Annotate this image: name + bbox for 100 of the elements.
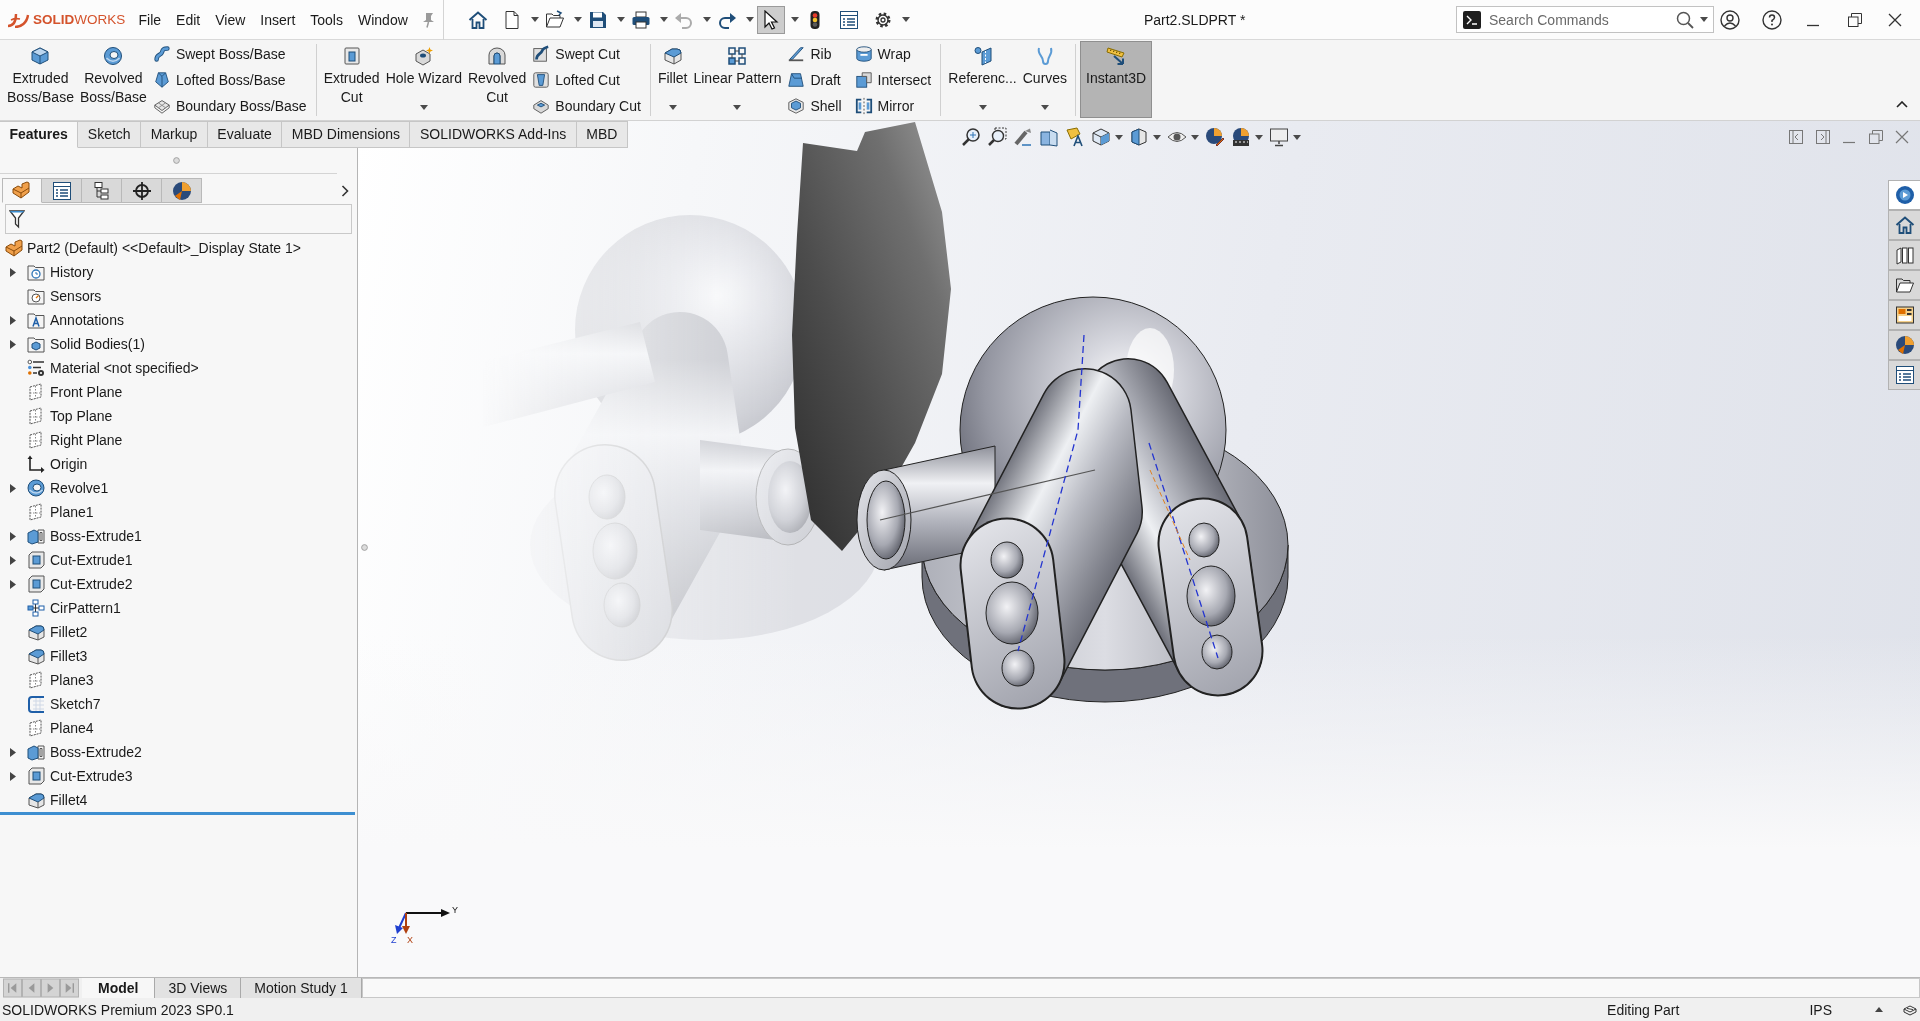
- sphere-pencil-icon[interactable]: [1205, 127, 1225, 147]
- scene-icon[interactable]: [1231, 127, 1251, 147]
- expand-arrow-icon[interactable]: [10, 531, 16, 541]
- expand-arrow-icon[interactable]: [10, 315, 16, 325]
- tree-item[interactable]: Plane3: [27, 671, 94, 689]
- tree-item[interactable]: Annotations: [27, 311, 124, 329]
- tree-item[interactable]: Solid Bodies(1): [27, 335, 145, 353]
- caret-icon[interactable]: [902, 17, 911, 22]
- ribbon-button[interactable]: Referenc...: [945, 41, 1020, 118]
- expand-arrow-icon[interactable]: [10, 771, 16, 781]
- caret-icon[interactable]: [978, 105, 987, 110]
- bottom-tab[interactable]: Motion Study 1: [241, 978, 362, 998]
- magnifier-box-icon[interactable]: [987, 127, 1007, 147]
- tree-item[interactable]: Material <not specified>: [27, 359, 199, 377]
- caret-icon[interactable]: [733, 105, 742, 110]
- expand-arrow-icon[interactable]: [10, 339, 16, 349]
- command-tab[interactable]: MBD: [576, 121, 628, 148]
- menu-item[interactable]: Insert: [252, 11, 303, 28]
- caret-icon[interactable]: [1040, 105, 1049, 110]
- caret-icon[interactable]: [746, 17, 755, 22]
- tree-item[interactable]: Fillet2: [27, 623, 88, 641]
- ribbon-button[interactable]: Swept Boss/Base: [152, 41, 311, 67]
- ribbon-button[interactable]: Wrap: [854, 41, 936, 67]
- manager-tab[interactable]: [122, 178, 162, 203]
- expand-arrow-icon[interactable]: [10, 483, 16, 493]
- display-style-icon[interactable]: [1129, 127, 1149, 147]
- tree-item[interactable]: Plane4: [27, 719, 94, 737]
- caret-icon[interactable]: [419, 105, 428, 110]
- tree-item[interactable]: Right Plane: [27, 431, 123, 449]
- search-field[interactable]: Search Commands: [1456, 6, 1714, 33]
- command-tab[interactable]: Evaluate: [207, 121, 283, 148]
- caret-icon[interactable]: [1153, 134, 1161, 140]
- ribbon-button[interactable]: Intersect: [854, 67, 936, 93]
- ribbon-button[interactable]: Extruded Boss/Base: [4, 41, 77, 118]
- manager-tab[interactable]: [162, 178, 202, 203]
- command-tab[interactable]: MBD Dimensions: [282, 121, 411, 148]
- caret-icon[interactable]: [660, 17, 669, 22]
- annotation-view-icon[interactable]: [1065, 127, 1085, 147]
- monitor-icon[interactable]: [1269, 127, 1289, 147]
- ribbon-button[interactable]: Swept Cut: [532, 41, 645, 67]
- magnifier-icon[interactable]: [961, 127, 981, 147]
- tile-left-icon[interactable]: [1789, 130, 1803, 144]
- ribbon-button[interactable]: Instant3D: [1080, 41, 1153, 118]
- caret-icon[interactable]: [1115, 134, 1123, 140]
- task-pane-tab[interactable]: [1888, 330, 1920, 360]
- pencil-line-icon[interactable]: [1013, 127, 1033, 147]
- caret-icon[interactable]: [531, 17, 540, 22]
- ribbon-button[interactable]: Shell: [787, 93, 846, 119]
- caret-icon[interactable]: [791, 17, 800, 22]
- restore-icon[interactable]: [1848, 12, 1862, 27]
- caret-icon[interactable]: [1191, 134, 1199, 140]
- tree-item[interactable]: Sketch7: [27, 695, 101, 713]
- caret-icon[interactable]: [574, 17, 583, 22]
- search-icon[interactable]: [1676, 10, 1694, 29]
- tree-item[interactable]: History: [27, 263, 94, 281]
- caret-icon[interactable]: [1700, 17, 1708, 22]
- ribbon-button[interactable]: Curves: [1019, 41, 1071, 118]
- ribbon-button[interactable]: Revolved Boss/Base: [76, 41, 150, 118]
- ribbon-button[interactable]: Mirror: [854, 93, 936, 119]
- ribbon-button[interactable]: Rib: [787, 41, 846, 67]
- ribbon-button[interactable]: Linear Pattern: [690, 41, 785, 118]
- help-icon[interactable]: [1762, 9, 1782, 30]
- tree-item[interactable]: Revolve1: [27, 479, 109, 497]
- ribbon-button[interactable]: Boundary Cut: [532, 93, 645, 119]
- caret-icon[interactable]: [1255, 134, 1263, 140]
- ribbon-button[interactable]: Boundary Boss/Base: [152, 93, 311, 119]
- menu-item[interactable]: Edit: [168, 11, 208, 28]
- close-icon[interactable]: [1888, 12, 1902, 27]
- command-tab[interactable]: Markup: [141, 121, 208, 148]
- caret-up-icon[interactable]: [1875, 1007, 1883, 1012]
- task-pane-tab[interactable]: [1888, 270, 1920, 300]
- caret-icon[interactable]: [1293, 134, 1301, 140]
- tree-item[interactable]: Top Plane: [27, 407, 113, 425]
- pin-icon[interactable]: [421, 11, 436, 28]
- menu-item[interactable]: Window: [350, 11, 416, 28]
- task-pane-tab[interactable]: [1888, 180, 1920, 210]
- ribbon-button[interactable]: Fillet: [654, 41, 691, 118]
- task-pane-tab[interactable]: [1888, 210, 1920, 240]
- ribbon-button[interactable]: Revolved Cut: [464, 41, 530, 118]
- tree-item[interactable]: Part2 (Default) <<Default>_Display State 1>: [5, 239, 301, 257]
- expand-arrow-icon[interactable]: [10, 267, 16, 277]
- manager-tab[interactable]: [42, 178, 82, 203]
- task-pane-tab[interactable]: [1888, 300, 1920, 330]
- tree-item[interactable]: Front Plane: [27, 383, 123, 401]
- task-pane-tab[interactable]: [1888, 360, 1920, 390]
- tree-item[interactable]: Cut-Extrude3: [27, 767, 133, 785]
- expand-arrow-icon[interactable]: [10, 555, 16, 565]
- bottom-tab[interactable]: Model: [82, 978, 156, 998]
- sliced-block-icon[interactable]: [1039, 127, 1059, 147]
- collapse-caret-icon[interactable]: [1896, 101, 1908, 108]
- manager-tab[interactable]: [82, 178, 122, 203]
- menu-item[interactable]: Tools: [302, 11, 351, 28]
- cube-view-icon[interactable]: [1091, 127, 1111, 147]
- task-pane-tab[interactable]: [1888, 240, 1920, 270]
- tree-item[interactable]: Fillet4: [27, 791, 88, 809]
- ribbon-button[interactable]: Extruded Cut: [320, 41, 383, 118]
- tree-item[interactable]: Cut-Extrude1: [27, 551, 133, 569]
- select-button[interactable]: [757, 5, 786, 34]
- tree-item[interactable]: Boss-Extrude2: [27, 743, 142, 761]
- ribbon-button[interactable]: Lofted Cut: [532, 67, 645, 93]
